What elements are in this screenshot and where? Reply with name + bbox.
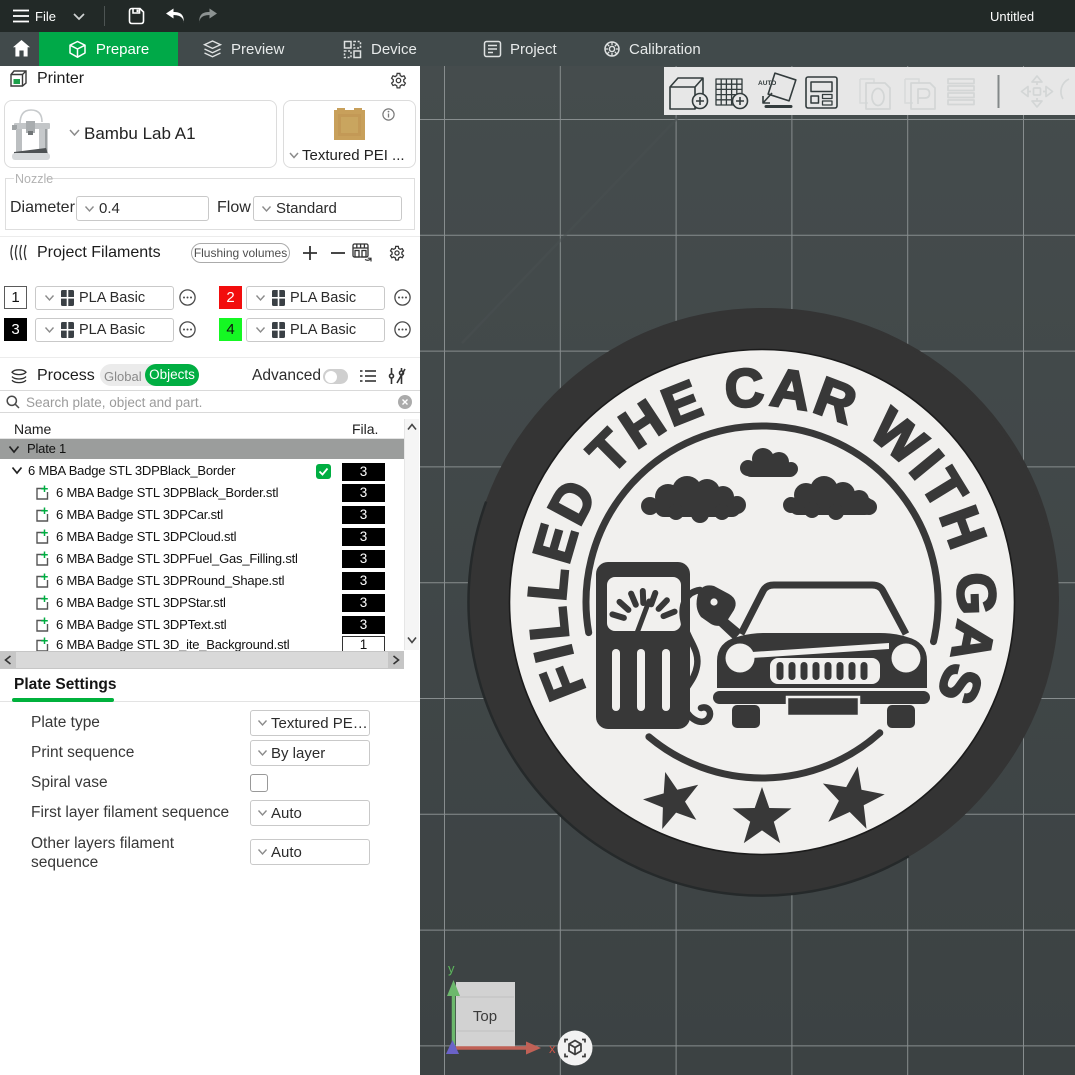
svg-text:Top: Top xyxy=(473,1008,497,1025)
svg-text:x: x xyxy=(549,1041,556,1056)
svg-text:AUTO: AUTO xyxy=(758,80,776,87)
svg-text:y: y xyxy=(448,961,455,976)
